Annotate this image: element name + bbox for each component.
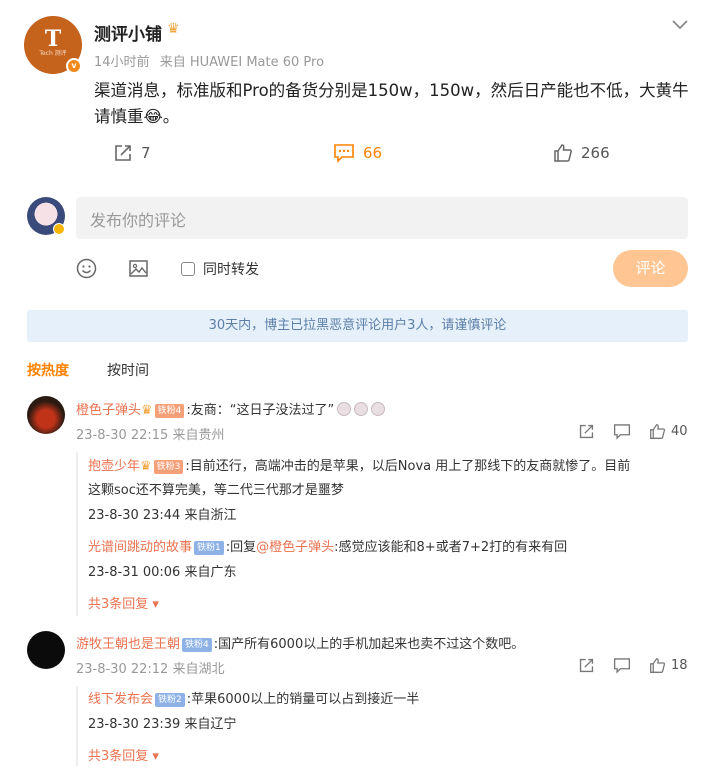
comment-avatar[interactable] xyxy=(27,396,65,434)
reply-text: :目前还行，高端冲击的是苹果，以后Nova 用上了那线下的友商就惨了。目前 xyxy=(185,459,631,474)
more-replies-link[interactable]: 共3条回复 ▾ xyxy=(88,593,159,612)
reply-time: 23-8-30 23:44 xyxy=(88,508,181,523)
reply-time: 23-8-30 23:39 xyxy=(88,717,181,732)
comment-username[interactable]: 游牧王朝也是王朝 xyxy=(76,637,180,652)
thumbs-up-icon[interactable] xyxy=(649,423,666,440)
share-count: 7 xyxy=(141,144,151,162)
crown-icon: ♛ xyxy=(140,459,152,474)
thumbs-up-icon xyxy=(554,144,572,162)
comment-location: 来自湖北 xyxy=(172,662,225,677)
avatar-letter: T xyxy=(44,26,62,52)
caret-down-icon: ▾ xyxy=(152,749,159,764)
reply-text: :感觉应该能和8+或者7+2打的有来有回 xyxy=(334,540,568,555)
fan-badge: 铁粉4 xyxy=(154,404,185,418)
share-button[interactable]: 7 xyxy=(113,140,151,166)
reply-meta: 23-8-30 23:39 来自辽宁 xyxy=(88,713,237,732)
comment-meta: 23-8-30 22:15 来自贵州 xyxy=(76,424,225,443)
cat-emoji-icon xyxy=(354,402,369,416)
submit-comment-button[interactable]: 评论 xyxy=(613,250,688,287)
checkbox-icon xyxy=(181,262,195,276)
author-username[interactable]: 测评小铺 xyxy=(94,20,162,45)
comment-actions: 18 xyxy=(560,657,688,674)
post-meta: 14小时前 来自 HUAWEI Mate 60 Pro xyxy=(94,51,330,70)
verified-badge-icon: v xyxy=(66,58,82,74)
comment-avatar[interactable] xyxy=(27,631,65,669)
comment-time: 23-8-30 22:15 xyxy=(76,428,169,443)
crown-icon: ♛ xyxy=(141,403,153,418)
more-replies-link[interactable]: 共3条回复 ▾ xyxy=(88,745,159,764)
comment-like-count: 18 xyxy=(671,658,688,673)
post-text-line-2: 请慎重😂。 xyxy=(94,107,180,126)
reply-icon[interactable] xyxy=(613,423,631,440)
image-icon[interactable] xyxy=(128,258,149,279)
comment-text: :友商：“这日子没法过了” xyxy=(186,403,335,418)
repost-label: 同时转发 xyxy=(203,262,259,278)
current-user-avatar[interactable] xyxy=(27,197,65,235)
sort-by-hot-tab[interactable]: 按热度 xyxy=(27,360,69,380)
reply-location: 来自辽宁 xyxy=(184,717,237,732)
comment-input[interactable]: 发布你的评论 xyxy=(76,197,688,239)
comment-like-count: 40 xyxy=(671,424,688,439)
repost-checkbox[interactable]: 同时转发 xyxy=(181,259,259,279)
more-replies-label: 共3条回复 xyxy=(88,597,149,612)
more-replies-label: 共3条回复 xyxy=(88,749,149,764)
like-button[interactable]: 266 xyxy=(553,140,610,166)
comment-meta: 23-8-30 22:12 来自湖北 xyxy=(76,658,225,677)
reply-text-continued: 这颗soc还不算完美，等二代三代那才是噩梦 xyxy=(88,483,344,498)
comment-count: 66 xyxy=(363,144,383,162)
share-icon[interactable] xyxy=(578,657,595,674)
comment-text: :国产所有6000以上的手机加起来也卖不过这个数吧。 xyxy=(213,637,525,652)
reply-mention[interactable]: @橙色子弹头 xyxy=(256,540,334,555)
reply-line: 抱壶少年♛ 铁粉3:目前还行，高端冲击的是苹果，以后Nova 用上了那线下的友商就… xyxy=(88,455,630,474)
reply-username[interactable]: 光谱间跳动的故事 xyxy=(88,540,192,555)
fan-badge: 铁粉2 xyxy=(155,693,185,707)
reply-time: 23-8-31 00:06 xyxy=(88,565,181,580)
reply-prefix: :回复 xyxy=(225,540,257,555)
thumbs-up-icon[interactable] xyxy=(649,657,666,674)
reply-username[interactable]: 线下发布会 xyxy=(88,692,153,707)
reply-location: 来自广东 xyxy=(184,565,237,580)
blocked-users-notice: 30天内，博主已拉黑恶意评论用户3人，请谨慎评论 xyxy=(27,310,688,342)
comment-button[interactable]: 66 xyxy=(333,140,382,166)
share-icon[interactable] xyxy=(578,423,595,440)
reply-text: :苹果6000以上的销量可以占到接近一半 xyxy=(186,692,420,707)
comment-line: 游牧王朝也是王朝 铁粉4:国产所有6000以上的手机加起来也卖不过这个数吧。 xyxy=(76,633,524,652)
post-text: 渠道消息，标准版和Pro的备货分别是150w，150w，然后日产能也不低，大黄牛… xyxy=(94,78,694,130)
post-time[interactable]: 14小时前 xyxy=(94,55,150,70)
verified-badge-icon xyxy=(53,223,65,235)
cat-emoji-icon xyxy=(371,402,386,416)
post-text-line-1: 渠道消息，标准版和Pro的备货分别是150w，150w，然后日产能也不低，大黄牛 xyxy=(94,81,689,100)
chevron-down-icon[interactable] xyxy=(671,18,689,32)
avatar-subtext: Tech 测评 xyxy=(39,50,67,57)
post-source: 来自 HUAWEI Mate 60 Pro xyxy=(159,55,325,70)
crown-icon: ♛ xyxy=(167,21,180,37)
fan-badge: 铁粉1 xyxy=(194,541,224,555)
reply-thread: 线下发布会 铁粉2:苹果6000以上的销量可以占到接近一半 23-8-30 23:… xyxy=(76,686,688,766)
cat-emoji-icon xyxy=(337,402,352,416)
reply-location: 来自浙江 xyxy=(184,508,237,523)
reply-meta: 23-8-30 23:44 来自浙江 xyxy=(88,504,237,523)
sort-by-time-tab[interactable]: 按时间 xyxy=(107,360,149,380)
fan-badge: 铁粉4 xyxy=(182,638,212,652)
comment-time: 23-8-30 22:12 xyxy=(76,662,169,677)
reply-username[interactable]: 抱壶少年 xyxy=(88,459,140,474)
post-header: T Tech 测评 v 测评小铺 ♛ 14小时前 来自 HUAWEI Mate … xyxy=(24,16,689,76)
emoji-icon[interactable] xyxy=(76,258,97,279)
comment-input-placeholder: 发布你的评论 xyxy=(90,211,187,230)
reply-icon[interactable] xyxy=(613,657,631,674)
caret-down-icon: ▾ xyxy=(152,597,159,612)
reply-meta: 23-8-31 00:06 来自广东 xyxy=(88,561,237,580)
like-count: 266 xyxy=(581,144,610,162)
fan-badge: 铁粉3 xyxy=(153,460,184,474)
share-icon xyxy=(115,145,131,161)
comment-username[interactable]: 橙色子弹头 xyxy=(76,403,141,418)
reply-thread: 抱壶少年♛ 铁粉3:目前还行，高端冲击的是苹果，以后Nova 用上了那线下的友商就… xyxy=(76,452,688,616)
comment-line: 橙色子弹头♛ 铁粉4:友商：“这日子没法过了” xyxy=(76,399,386,418)
reply-line: 线下发布会 铁粉2:苹果6000以上的销量可以占到接近一半 xyxy=(88,688,419,707)
comment-actions: 40 xyxy=(560,423,688,440)
reply-line: 光谱间跳动的故事 铁粉1:回复@橙色子弹头:感觉应该能和8+或者7+2打的有来有回 xyxy=(88,536,567,555)
comment-icon xyxy=(334,144,354,163)
comment-location: 来自贵州 xyxy=(172,428,225,443)
